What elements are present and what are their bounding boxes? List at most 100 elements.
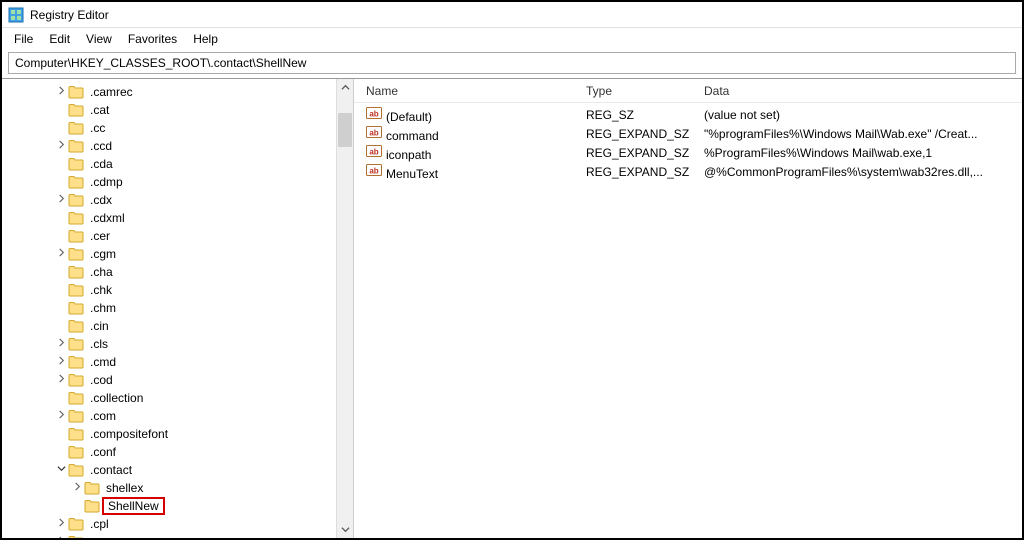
value-name: (Default) bbox=[386, 110, 432, 124]
values-header[interactable]: Name Type Data bbox=[354, 79, 1022, 103]
value-row[interactable]: abcommandREG_EXPAND_SZ"%programFiles%\Wi… bbox=[354, 124, 1022, 143]
chevron-right-icon[interactable] bbox=[54, 140, 68, 152]
folder-icon bbox=[68, 265, 84, 279]
tree-item[interactable]: .cmd bbox=[2, 353, 353, 371]
chevron-right-icon[interactable] bbox=[54, 248, 68, 260]
tree-item[interactable]: .cer bbox=[2, 227, 353, 245]
menu-help[interactable]: Help bbox=[185, 30, 226, 48]
value-row[interactable]: abMenuTextREG_EXPAND_SZ@%CommonProgramFi… bbox=[354, 162, 1022, 181]
tree-item[interactable]: .cat bbox=[2, 101, 353, 119]
values-body[interactable]: ab (Default) REG_SZ(value not set) abcomman… bbox=[354, 103, 1022, 538]
value-row[interactable]: abiconpathREG_EXPAND_SZ%ProgramFiles%\Wi… bbox=[354, 143, 1022, 162]
menu-favorites[interactable]: Favorites bbox=[120, 30, 185, 48]
chevron-down-icon[interactable] bbox=[54, 464, 68, 476]
value-row[interactable]: ab (Default) REG_SZ(value not set) bbox=[354, 105, 1022, 124]
tree-item-label: .cod bbox=[88, 373, 115, 387]
tree-item-label: .cgm bbox=[88, 247, 118, 261]
folder-icon bbox=[68, 193, 84, 207]
tree-item[interactable]: .chm bbox=[2, 299, 353, 317]
tree-item-label: .cpp bbox=[88, 535, 115, 538]
scroll-track[interactable] bbox=[337, 96, 353, 521]
folder-icon bbox=[68, 85, 84, 99]
folder-icon bbox=[68, 103, 84, 117]
chevron-right-icon[interactable] bbox=[54, 536, 68, 538]
tree-item[interactable]: .cdxml bbox=[2, 209, 353, 227]
string-value-icon: ab bbox=[366, 105, 382, 121]
address-bar[interactable]: Computer\HKEY_CLASSES_ROOT\.contact\Shel… bbox=[8, 52, 1016, 74]
menu-view[interactable]: View bbox=[78, 30, 120, 48]
tree-item-label: .ccd bbox=[88, 139, 114, 153]
tree-item-label: .com bbox=[88, 409, 118, 423]
menu-file[interactable]: File bbox=[6, 30, 41, 48]
value-data: "%programFiles%\Windows Mail\Wab.exe" /C… bbox=[698, 127, 1022, 141]
tree-item-label: ShellNew bbox=[104, 499, 163, 513]
tree-item-label: .collection bbox=[88, 391, 145, 405]
svg-text:ab: ab bbox=[369, 148, 378, 157]
tree-item[interactable]: .cpl bbox=[2, 515, 353, 533]
tree-item-label: .cha bbox=[88, 265, 115, 279]
header-type[interactable]: Type bbox=[580, 84, 698, 98]
tree-item[interactable]: .cgm bbox=[2, 245, 353, 263]
folder-icon bbox=[68, 373, 84, 387]
chevron-right-icon[interactable] bbox=[54, 194, 68, 206]
value-type: REG_EXPAND_SZ bbox=[580, 146, 698, 160]
tree-item-label: .cdmp bbox=[88, 175, 125, 189]
scroll-thumb[interactable] bbox=[338, 113, 352, 147]
scroll-up-icon[interactable] bbox=[337, 79, 353, 96]
value-data: (value not set) bbox=[698, 108, 1022, 122]
tree-item[interactable]: .ccd bbox=[2, 137, 353, 155]
header-data[interactable]: Data bbox=[698, 84, 1022, 98]
value-name: MenuText bbox=[386, 167, 438, 181]
tree-item[interactable]: .cha bbox=[2, 263, 353, 281]
tree-item[interactable]: .cdx bbox=[2, 191, 353, 209]
chevron-right-icon[interactable] bbox=[54, 338, 68, 350]
chevron-right-icon[interactable] bbox=[54, 86, 68, 98]
tree-item[interactable]: ShellNew bbox=[2, 497, 353, 515]
tree-item-label: .cmd bbox=[88, 355, 118, 369]
tree-item[interactable]: .contact bbox=[2, 461, 353, 479]
tree-scrollbar[interactable] bbox=[336, 79, 353, 538]
folder-icon bbox=[68, 175, 84, 189]
tree-item[interactable]: .cda bbox=[2, 155, 353, 173]
tree-item-label: .cls bbox=[88, 337, 110, 351]
tree-item-label: .camrec bbox=[88, 85, 135, 99]
tree-item[interactable]: .com bbox=[2, 407, 353, 425]
svg-text:ab: ab bbox=[369, 129, 378, 138]
string-value-icon: ab bbox=[366, 162, 382, 178]
folder-icon bbox=[68, 229, 84, 243]
folder-icon bbox=[68, 211, 84, 225]
scroll-down-icon[interactable] bbox=[337, 521, 353, 538]
value-type: REG_SZ bbox=[580, 108, 698, 122]
tree-item[interactable]: .cod bbox=[2, 371, 353, 389]
header-name[interactable]: Name bbox=[360, 84, 580, 98]
tree-item[interactable]: .camrec bbox=[2, 83, 353, 101]
folder-icon bbox=[68, 535, 84, 538]
tree-inner[interactable]: .camrec .cat .cc .ccd .cda .cdmp .cdx .cdx… bbox=[2, 79, 353, 538]
tree-item[interactable]: .chk bbox=[2, 281, 353, 299]
folder-icon bbox=[68, 517, 84, 531]
window-title: Registry Editor bbox=[30, 8, 109, 22]
tree-item[interactable]: .cin bbox=[2, 317, 353, 335]
tree-item[interactable]: .cls bbox=[2, 335, 353, 353]
titlebar: Registry Editor bbox=[2, 2, 1022, 28]
tree-item[interactable]: .cc bbox=[2, 119, 353, 137]
folder-icon bbox=[68, 445, 84, 459]
chevron-right-icon[interactable] bbox=[70, 482, 84, 494]
tree-item[interactable]: .collection bbox=[2, 389, 353, 407]
tree-item[interactable]: .conf bbox=[2, 443, 353, 461]
folder-icon bbox=[68, 301, 84, 315]
tree-item[interactable]: .compositefont bbox=[2, 425, 353, 443]
tree-item-label: shellex bbox=[104, 481, 145, 495]
chevron-right-icon[interactable] bbox=[54, 356, 68, 368]
tree-item-label: .compositefont bbox=[88, 427, 170, 441]
tree-item-label: .cpl bbox=[88, 517, 111, 531]
tree-item[interactable]: .cpp bbox=[2, 533, 353, 538]
chevron-right-icon[interactable] bbox=[54, 410, 68, 422]
tree-item[interactable]: .cdmp bbox=[2, 173, 353, 191]
chevron-right-icon[interactable] bbox=[54, 374, 68, 386]
chevron-right-icon[interactable] bbox=[54, 518, 68, 530]
tree-item[interactable]: shellex bbox=[2, 479, 353, 497]
value-data: %ProgramFiles%\Windows Mail\wab.exe,1 bbox=[698, 146, 1022, 160]
menu-edit[interactable]: Edit bbox=[41, 30, 78, 48]
folder-icon bbox=[68, 427, 84, 441]
